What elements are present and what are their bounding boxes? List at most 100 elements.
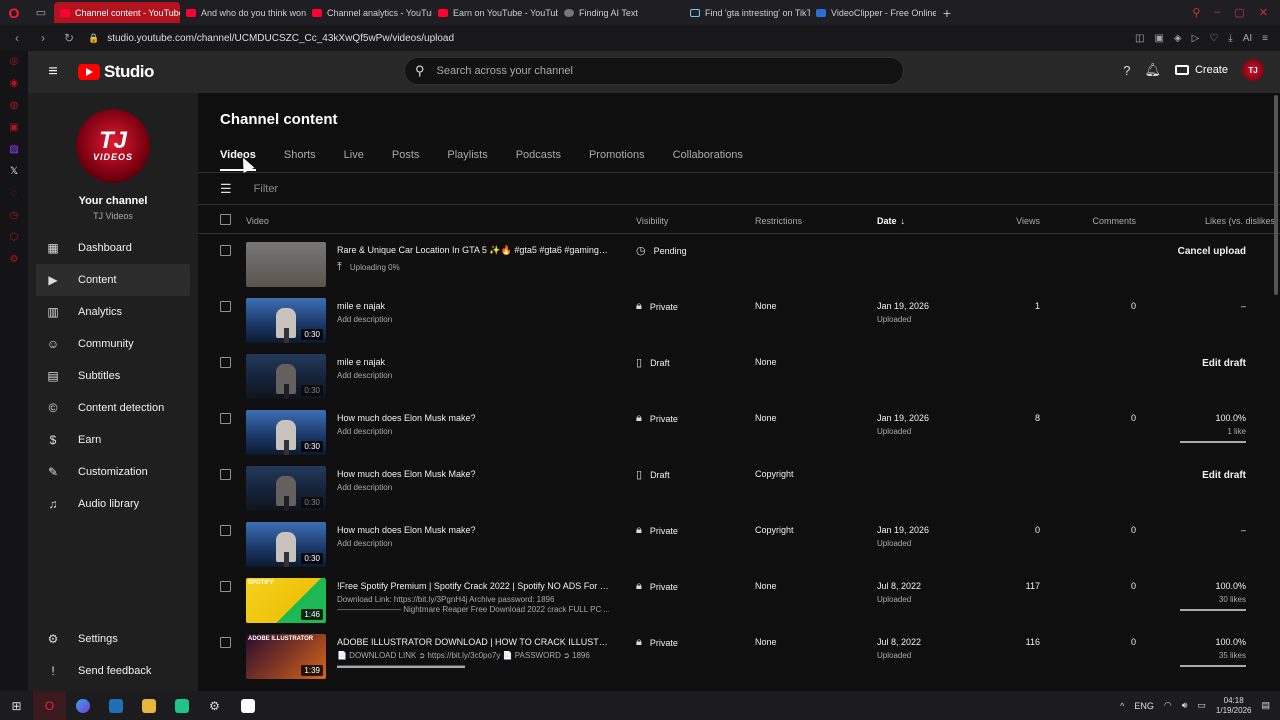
taskbar-game-icon[interactable] <box>165 691 198 720</box>
close-window-button[interactable]: ✕ <box>1259 6 1268 19</box>
browser-tab[interactable]: VideoClipper - Free Online <box>810 2 936 23</box>
table-row[interactable]: 0:30 How much does Elon Musk make? Add des… <box>198 517 1280 573</box>
video-description[interactable]: Add description <box>337 427 609 436</box>
account-avatar[interactable]: TJ <box>1242 59 1264 81</box>
column-date[interactable]: Date ↓ <box>877 216 905 226</box>
column-visibility[interactable]: Visibility <box>636 216 668 226</box>
video-thumbnail[interactable]: SPOTIFY 1:46 <box>246 578 326 623</box>
your-channel-label[interactable]: Your channel <box>28 195 198 207</box>
sidebar-item-audio-library[interactable]: ♫ Audio library <box>36 488 190 520</box>
edit-draft-button[interactable]: Edit draft <box>1202 358 1246 369</box>
notifications-bell-icon[interactable]: 🔔︎ <box>1144 62 1161 78</box>
visibility-cell[interactable]: 🔒︎ Private <box>636 580 678 593</box>
visibility-cell[interactable]: 🔒︎ Private <box>636 636 678 649</box>
video-description[interactable]: Download Link: https://bit.ly/3PgnH4j Ar… <box>337 595 609 604</box>
taskbar-opera-icon[interactable]: O <box>33 691 66 720</box>
column-restrictions[interactable]: Restrictions <box>755 216 802 226</box>
video-title[interactable]: How much does Elon Musk make? <box>337 413 609 423</box>
video-thumbnail[interactable]: 0:30 <box>246 410 326 455</box>
taskbar-capcut-icon[interactable] <box>231 691 264 720</box>
row-checkbox[interactable] <box>220 357 231 368</box>
column-views[interactable]: Views <box>1016 216 1040 226</box>
messenger-icon[interactable]: ◉ <box>8 77 20 90</box>
twitch-icon[interactable]: ▨ <box>8 143 20 156</box>
table-row[interactable]: 0:30 mile e najak Add description ▯ Draft Non… <box>198 349 1280 405</box>
bookmark-heart-icon[interactable]: ♡ <box>1209 33 1218 44</box>
browser-tab[interactable]: Channel content - YouTube✕ <box>54 2 180 23</box>
video-title[interactable]: Rare & Unique Car Location In GTA 5 ✨🔥 #… <box>337 245 609 256</box>
channel-avatar[interactable]: TJ VIDEOS <box>76 109 150 183</box>
menu-icon[interactable]: ≡ <box>1262 33 1268 44</box>
video-thumbnail[interactable] <box>246 242 326 287</box>
tab-podcasts[interactable]: Podcasts <box>516 149 561 171</box>
visibility-cell[interactable]: ◷ Pending <box>636 244 687 257</box>
tab-islands-icon[interactable]: ▣ <box>1154 33 1163 44</box>
taskbar-file-explorer-icon[interactable] <box>132 691 165 720</box>
minimize-button[interactable]: – <box>1214 6 1220 19</box>
video-title[interactable]: mile e najak <box>337 357 609 367</box>
forward-button[interactable]: › <box>34 31 52 45</box>
row-checkbox[interactable] <box>220 637 231 648</box>
player-icon[interactable]: ▷ <box>1192 33 1200 44</box>
vpn-icon[interactable]: ◈ <box>1174 33 1182 44</box>
tab-collaborations[interactable]: Collaborations <box>673 149 743 171</box>
table-row[interactable]: 0:30 How much does Elon Musk Make? Add des… <box>198 461 1280 517</box>
studio-logo[interactable]: Studio <box>78 62 154 82</box>
table-row[interactable]: Rare & Unique Car Location In GTA 5 ✨🔥 #… <box>198 237 1280 293</box>
sidebar-item-community[interactable]: ☺ Community <box>36 328 190 360</box>
table-row[interactable]: SPOTIFY 1:46 !Free Spotify Premium | Spoti… <box>198 573 1280 629</box>
extensions-icon[interactable]: ⬡ <box>8 231 20 244</box>
opera-logo-icon[interactable]: O <box>0 0 28 25</box>
notifications-icon[interactable]: ▤ <box>1261 700 1270 711</box>
column-comments[interactable]: Comments <box>1092 216 1136 226</box>
video-title[interactable]: How much does Elon Musk Make? <box>337 469 609 479</box>
filter-icon[interactable]: ☰ <box>220 181 232 197</box>
sidebar-item-subtitles[interactable]: ▤ Subtitles <box>36 360 190 392</box>
row-checkbox[interactable] <box>220 245 231 256</box>
taskbar-vscode-icon[interactable] <box>99 691 132 720</box>
video-description[interactable]: Add description <box>337 539 609 548</box>
video-description[interactable]: Add description <box>337 371 609 380</box>
whatsapp-icon[interactable]: ◍ <box>8 99 20 112</box>
browser-tab[interactable]: Earn on YouTube - YouTube <box>432 2 558 23</box>
row-checkbox[interactable] <box>220 469 231 480</box>
table-row[interactable]: 0:30 mile e najak Add description 🔒︎ Private… <box>198 293 1280 349</box>
search-tabs-icon[interactable]: ⚲ <box>1192 6 1200 19</box>
battery-icon[interactable]: ▭ <box>1197 700 1206 711</box>
video-thumbnail[interactable]: ADOBE ILLUSTRATOR 1:39 <box>246 634 326 679</box>
sidebar-item-settings[interactable]: ⚙ Settings <box>36 623 190 655</box>
help-icon[interactable]: ? <box>1123 63 1130 78</box>
video-title[interactable]: ADOBE ILLUSTRATOR DOWNLOAD | HOW TO CRAC… <box>337 637 609 647</box>
settings-rail-icon[interactable]: ⚙ <box>8 253 20 266</box>
tray-chevron-icon[interactable]: ^ <box>1120 701 1124 711</box>
sidebar-item-customization[interactable]: ✎ Customization <box>36 456 190 488</box>
wifi-icon[interactable]: ◠ <box>1164 700 1172 711</box>
aria-ai-button[interactable]: AI <box>1243 33 1252 44</box>
tab-live[interactable]: Live <box>344 149 364 171</box>
taskbar-edge-icon[interactable] <box>66 691 99 720</box>
browser-tab[interactable]: Find 'gta intresting' on TikTok <box>684 2 810 23</box>
url-field[interactable]: 🔒 studio.youtube.com/channel/UCMDUCSZC_C… <box>88 33 454 44</box>
new-tab-button[interactable]: + <box>936 5 958 21</box>
row-checkbox[interactable] <box>220 581 231 592</box>
video-description[interactable]: 📄 DOWNLOAD LINK ➲ https://bit.ly/3c0po7y… <box>337 651 609 660</box>
volume-icon[interactable]: 🔊︎ <box>1182 700 1188 711</box>
tab-posts[interactable]: Posts <box>392 149 420 171</box>
edit-draft-button[interactable]: Edit draft <box>1202 470 1246 481</box>
hamburger-menu-icon[interactable]: ≡ <box>28 63 78 81</box>
filter-input[interactable]: Filter <box>254 183 278 195</box>
video-thumbnail[interactable]: 0:30 <box>246 298 326 343</box>
browser-tab[interactable]: Finding AI Text <box>558 2 684 23</box>
tab-playlists[interactable]: Playlists <box>447 149 487 171</box>
video-description[interactable]: Add description <box>337 315 609 324</box>
table-row[interactable]: ADOBE ILLUSTRATOR 1:39 ADOBE ILLUSTRATOR D… <box>198 629 1280 685</box>
visibility-cell[interactable]: 🔒︎ Private <box>636 300 678 313</box>
player-rail-icon[interactable]: ◌ <box>8 187 20 200</box>
sidebar-item-dashboard[interactable]: ▦ Dashboard <box>36 232 190 264</box>
instagram-icon[interactable]: ▣ <box>8 121 20 134</box>
browser-tab[interactable]: And who do you think won <box>180 2 306 23</box>
visibility-cell[interactable]: 🔒︎ Private <box>636 524 678 537</box>
video-thumbnail[interactable]: 0:30 <box>246 354 326 399</box>
row-checkbox[interactable] <box>220 413 231 424</box>
taskbar-settings-icon[interactable]: ⚙ <box>198 691 231 720</box>
